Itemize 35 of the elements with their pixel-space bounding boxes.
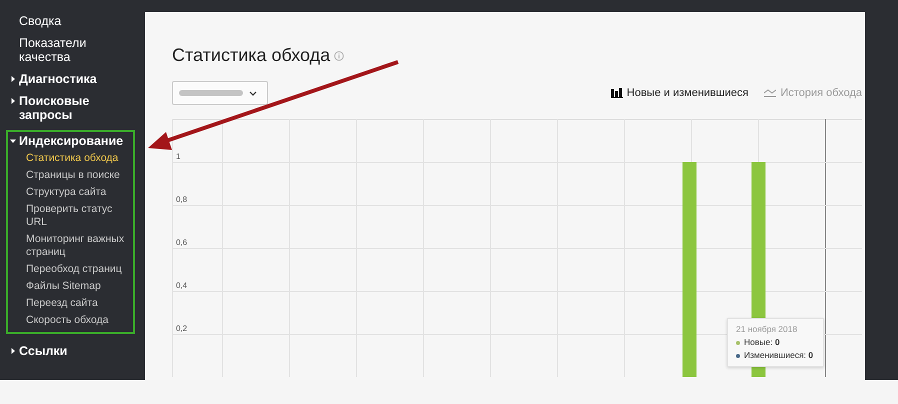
sidebar-item[interactable]: Страницы в поиске bbox=[8, 168, 133, 185]
sidebar-group[interactable]: Индексирование bbox=[19, 134, 124, 148]
sidebar-item[interactable]: Проверить статус URL bbox=[8, 202, 133, 232]
caret-right-icon bbox=[10, 98, 16, 104]
y-tick-label: 1 bbox=[176, 152, 180, 161]
sidebar-item[interactable]: Переобход страниц bbox=[8, 262, 133, 279]
sidebar-item[interactable]: Сводка bbox=[10, 14, 62, 28]
sidebar-group[interactable]: Ссылки bbox=[19, 344, 68, 358]
caret-down-icon bbox=[10, 138, 16, 144]
sidebar-group[interactable]: Поисковые запросы bbox=[19, 94, 137, 122]
sidebar-item[interactable]: Файлы Sitemap bbox=[8, 279, 133, 296]
view-tab[interactable]: Новые и изменившиеся bbox=[610, 84, 748, 102]
caret-right-icon bbox=[10, 348, 16, 354]
line-chart-icon bbox=[764, 88, 776, 98]
y-tick-label: 0,6 bbox=[176, 238, 188, 247]
y-tick-label: 0,8 bbox=[176, 195, 188, 204]
tooltip-text: Изменившиеся: 0 bbox=[744, 349, 814, 362]
sidebar-item[interactable]: Переезд сайта bbox=[8, 296, 133, 313]
chevron-icon bbox=[249, 90, 257, 96]
tooltip-text: Новые: 0 bbox=[744, 336, 780, 349]
sidebar-item[interactable]: Мониторинг важных страниц bbox=[8, 232, 133, 262]
page-title: Статистика обхода bbox=[172, 44, 330, 67]
info-icon[interactable] bbox=[334, 50, 344, 60]
sidebar-item[interactable]: Показатели качества bbox=[10, 36, 130, 64]
sidebar-item[interactable]: Скорость обхода bbox=[8, 313, 133, 330]
tooltip-date: 21 ноября 2018 bbox=[736, 323, 798, 336]
caret-right-icon bbox=[10, 76, 16, 82]
y-tick-label: 0,2 bbox=[176, 324, 188, 333]
sidebar-item[interactable]: Статистика обхода bbox=[8, 151, 133, 168]
bar-chart-icon bbox=[610, 88, 623, 98]
site-dropdown[interactable] bbox=[172, 81, 268, 105]
sidebar-group[interactable]: Диагностика bbox=[19, 72, 97, 86]
sidebar-item[interactable]: Структура сайта bbox=[8, 185, 133, 202]
blurred-text bbox=[179, 89, 243, 97]
y-tick-label: 0,4 bbox=[176, 281, 188, 290]
